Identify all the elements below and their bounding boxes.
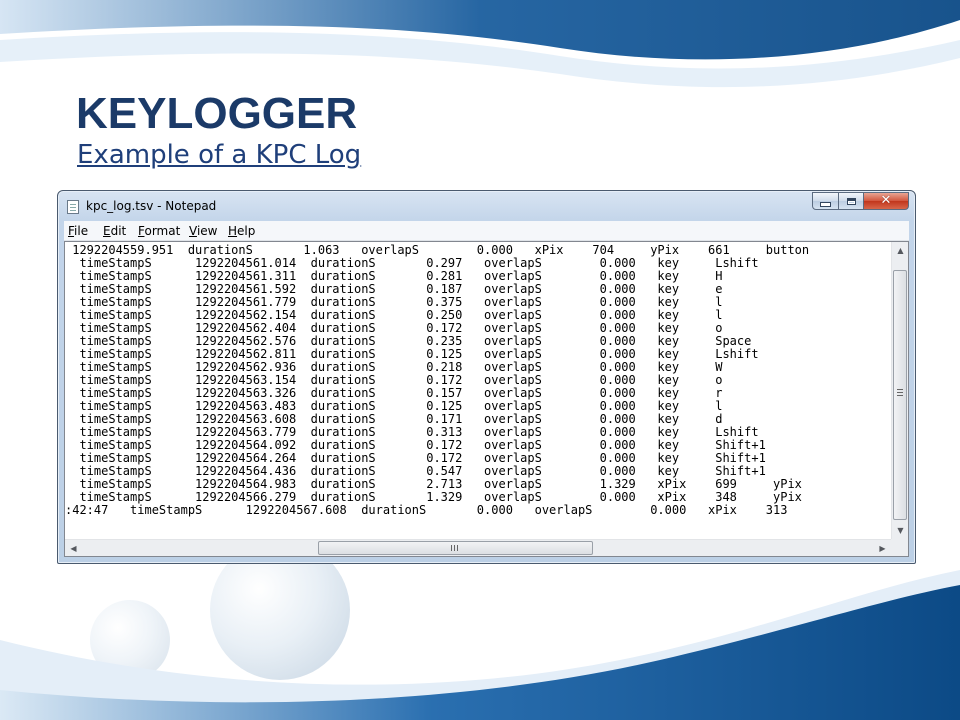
maximize-button[interactable] — [838, 192, 864, 210]
scroll-right-icon[interactable]: ▶ — [874, 540, 891, 556]
close-icon: ✕ — [880, 193, 892, 208]
notepad-icon — [67, 200, 79, 214]
window-title: kpc_log.tsv - Notepad — [86, 199, 217, 213]
menu-view[interactable]: View — [189, 224, 217, 238]
scroll-up-icon[interactable]: ▲ — [892, 242, 908, 259]
vertical-scroll-thumb[interactable] — [893, 270, 907, 520]
grip-icon — [897, 389, 903, 390]
scroll-left-icon[interactable]: ◀ — [65, 540, 82, 556]
minimize-icon — [820, 201, 831, 207]
vertical-scrollbar[interactable]: ▲ ▼ — [891, 242, 908, 539]
log-text-area[interactable]: 1292204559.951 durationS 1.063 overlapS … — [65, 242, 891, 539]
maximize-icon — [846, 197, 856, 205]
scroll-down-icon[interactable]: ▼ — [892, 522, 908, 539]
horizontal-scroll-thumb[interactable] — [318, 541, 593, 555]
menu-format[interactable]: Format — [138, 224, 180, 238]
notepad-window: kpc_log.tsv - Notepad ✕ File Edit Format… — [57, 190, 916, 564]
slide-subtitle: Example of a KPC Log — [77, 140, 362, 170]
minimize-button[interactable] — [812, 192, 839, 210]
log-line: :42:47 timeStampS 1292204567.608 duratio… — [65, 503, 788, 517]
menu-help[interactable]: Help — [228, 224, 255, 238]
close-button[interactable]: ✕ — [863, 192, 909, 210]
text-editor[interactable]: 1292204559.951 durationS 1.063 overlapS … — [64, 241, 909, 557]
horizontal-scrollbar[interactable]: ◀ ▶ — [65, 539, 891, 556]
menu-file[interactable]: File — [68, 224, 88, 238]
slide-title: KEYLOGGER — [76, 89, 358, 138]
scrollbar-corner — [891, 539, 908, 556]
grip-icon — [451, 545, 452, 551]
menu-edit[interactable]: Edit — [103, 224, 126, 238]
menu-bar: File Edit Format View Help — [64, 221, 909, 241]
window-titlebar[interactable]: kpc_log.tsv - Notepad ✕ — [58, 191, 915, 221]
